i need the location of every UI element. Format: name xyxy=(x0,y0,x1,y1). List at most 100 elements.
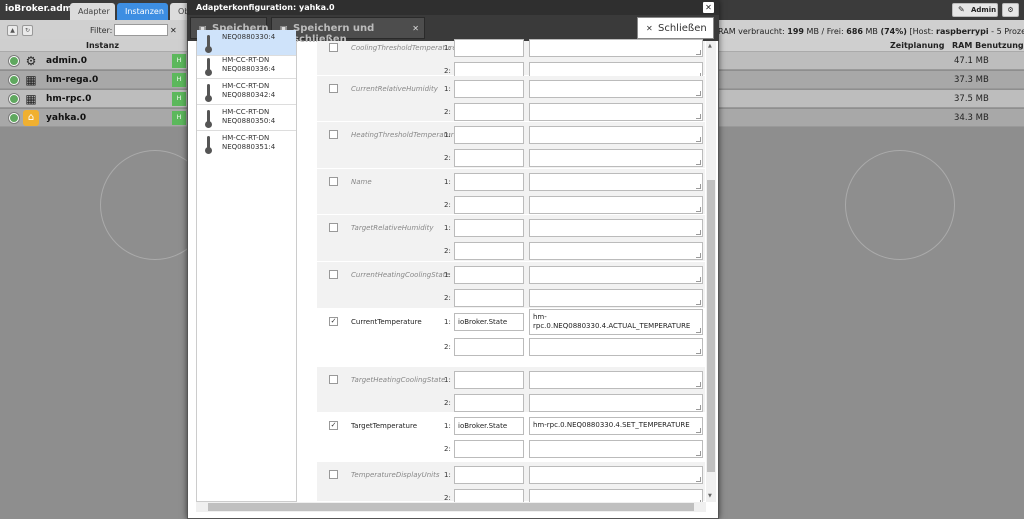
ram-prefix: RAM verbraucht: xyxy=(718,27,785,36)
inout-params-textarea[interactable]: hm-rpc.0.NEQ0880330.4.SET_TEMPERATURE xyxy=(529,417,703,435)
inout-params-textarea[interactable] xyxy=(529,338,703,356)
thermometer-icon xyxy=(205,84,212,102)
inout-type-input[interactable] xyxy=(454,466,524,484)
scroll-down-icon[interactable]: ▼ xyxy=(708,493,712,499)
inout-params-textarea[interactable] xyxy=(529,80,703,98)
settings-button[interactable]: ⚙ xyxy=(1002,3,1019,17)
filter-clear-icon[interactable]: ✕ xyxy=(170,26,177,35)
inout-type-input[interactable] xyxy=(454,440,524,458)
characteristic-checkbox[interactable] xyxy=(329,84,338,93)
accessory-item[interactable]: HM-CC-RT-DN NEQ0880342:4 xyxy=(197,79,296,105)
thermometer-icon xyxy=(205,136,212,154)
host-button[interactable]: H xyxy=(172,111,186,125)
tab-instanzen[interactable]: Instanzen xyxy=(117,3,168,20)
inout-type-input[interactable] xyxy=(454,266,524,284)
resize-handle-icon[interactable] xyxy=(696,91,701,96)
inout-type-input[interactable] xyxy=(454,39,524,57)
column-ram[interactable]: RAM Benutzung xyxy=(952,41,1024,50)
reload-icon[interactable]: ↻ xyxy=(22,25,33,36)
inout-type-input[interactable] xyxy=(454,338,524,356)
inout-params-textarea[interactable] xyxy=(529,466,703,484)
inout-params-textarea[interactable] xyxy=(529,149,703,167)
resize-handle-icon[interactable] xyxy=(696,50,701,55)
inout-params-textarea[interactable] xyxy=(529,440,703,458)
resize-handle-icon[interactable] xyxy=(696,230,701,235)
inout-params-textarea[interactable] xyxy=(529,219,703,237)
building-icon: ▦ xyxy=(25,92,37,106)
host-button[interactable]: H xyxy=(172,73,186,87)
characteristic-name: CurrentRelativeHumidity xyxy=(351,85,438,93)
inout-type-input[interactable] xyxy=(454,196,524,214)
resize-handle-icon[interactable] xyxy=(696,428,701,433)
scrollbar-thumb[interactable] xyxy=(707,180,715,472)
inout-params-textarea[interactable] xyxy=(529,242,703,260)
characteristic-checkbox[interactable] xyxy=(329,43,338,52)
inout-params-textarea[interactable] xyxy=(529,126,703,144)
row-index: 1: xyxy=(444,85,451,93)
tab-adapter[interactable]: Adapter xyxy=(70,3,115,20)
inout-type-input[interactable] xyxy=(454,80,524,98)
close-label: Schließen xyxy=(658,23,707,34)
characteristic-checkbox[interactable]: ✓ xyxy=(329,317,338,326)
characteristic-checkbox[interactable]: ✓ xyxy=(329,421,338,430)
characteristic-checkbox[interactable] xyxy=(329,177,338,186)
resize-handle-icon[interactable] xyxy=(696,137,701,142)
inout-params-textarea[interactable] xyxy=(529,289,703,307)
inout-params-textarea[interactable] xyxy=(529,103,703,121)
collapse-icon[interactable]: ▲ xyxy=(7,25,18,36)
resize-handle-icon[interactable] xyxy=(696,300,701,305)
accessory-item[interactable]: HM-CC-RT-DN NEQ0880351:4 xyxy=(197,131,296,157)
inout-params-textarea[interactable] xyxy=(529,394,703,412)
inout-params-textarea[interactable] xyxy=(529,39,703,57)
ram-percent: (74%) xyxy=(880,27,907,36)
column-zeitplanung[interactable]: Zeitplanung xyxy=(890,41,944,50)
close-button[interactable]: ✕ Schließen xyxy=(637,17,714,39)
inout-type-input[interactable] xyxy=(454,173,524,191)
inout-params-textarea[interactable] xyxy=(529,173,703,191)
resize-handle-icon[interactable] xyxy=(696,207,701,212)
resize-handle-icon[interactable] xyxy=(696,277,701,282)
inout-type-input[interactable] xyxy=(454,394,524,412)
inout-type-input[interactable]: ioBroker.State xyxy=(454,313,524,331)
inout-type-input[interactable] xyxy=(454,371,524,389)
characteristic-checkbox[interactable] xyxy=(329,375,338,384)
inout-type-input[interactable] xyxy=(454,149,524,167)
inout-type-input[interactable] xyxy=(454,126,524,144)
inout-type-input[interactable] xyxy=(454,103,524,121)
characteristic-checkbox[interactable] xyxy=(329,470,338,479)
resize-handle-icon[interactable] xyxy=(696,184,701,189)
scroll-up-icon[interactable]: ▲ xyxy=(708,43,712,49)
inout-params-textarea[interactable] xyxy=(529,371,703,389)
accessory-item[interactable]: HM-CC-RT-DN NEQ0880336:4 xyxy=(197,53,296,79)
inout-type-input[interactable] xyxy=(454,242,524,260)
gear-icon: ⚙ xyxy=(1007,6,1014,14)
host-button[interactable]: H xyxy=(172,92,186,106)
resize-handle-icon[interactable] xyxy=(696,160,701,165)
characteristic-checkbox[interactable] xyxy=(329,270,338,279)
inout-type-input[interactable]: ioBroker.State xyxy=(454,417,524,435)
resize-handle-icon[interactable] xyxy=(696,477,701,482)
dialog-close-icon[interactable]: ✕ xyxy=(703,2,714,13)
resize-handle-icon[interactable] xyxy=(696,253,701,258)
inout-params-textarea[interactable] xyxy=(529,196,703,214)
inout-params-textarea[interactable]: hm-rpc.0.NEQ0880330.4.ACTUAL_TEMPERATURE xyxy=(529,309,703,335)
row-index: 1: xyxy=(444,44,451,52)
characteristic-checkbox[interactable] xyxy=(329,130,338,139)
resize-handle-icon[interactable] xyxy=(696,405,701,410)
resize-handle-icon[interactable] xyxy=(696,328,701,333)
inout-params-textarea[interactable] xyxy=(529,266,703,284)
filter-input[interactable] xyxy=(114,24,168,36)
resize-handle-icon[interactable] xyxy=(696,114,701,119)
resize-handle-icon[interactable] xyxy=(696,382,701,387)
user-admin-button[interactable]: ✎ Admin xyxy=(952,3,998,17)
host-button[interactable]: H xyxy=(172,54,186,68)
characteristic-checkbox[interactable] xyxy=(329,223,338,232)
column-instanz[interactable]: Instanz xyxy=(86,41,119,50)
inout-type-input[interactable] xyxy=(454,219,524,237)
accessory-item[interactable]: HM-CC-RT-DN NEQ0880350:4 xyxy=(197,105,296,131)
status-ok-icon xyxy=(9,75,19,85)
scrollbar-thumb[interactable] xyxy=(208,503,694,511)
resize-handle-icon[interactable] xyxy=(696,451,701,456)
inout-type-input[interactable] xyxy=(454,289,524,307)
resize-handle-icon[interactable] xyxy=(696,349,701,354)
